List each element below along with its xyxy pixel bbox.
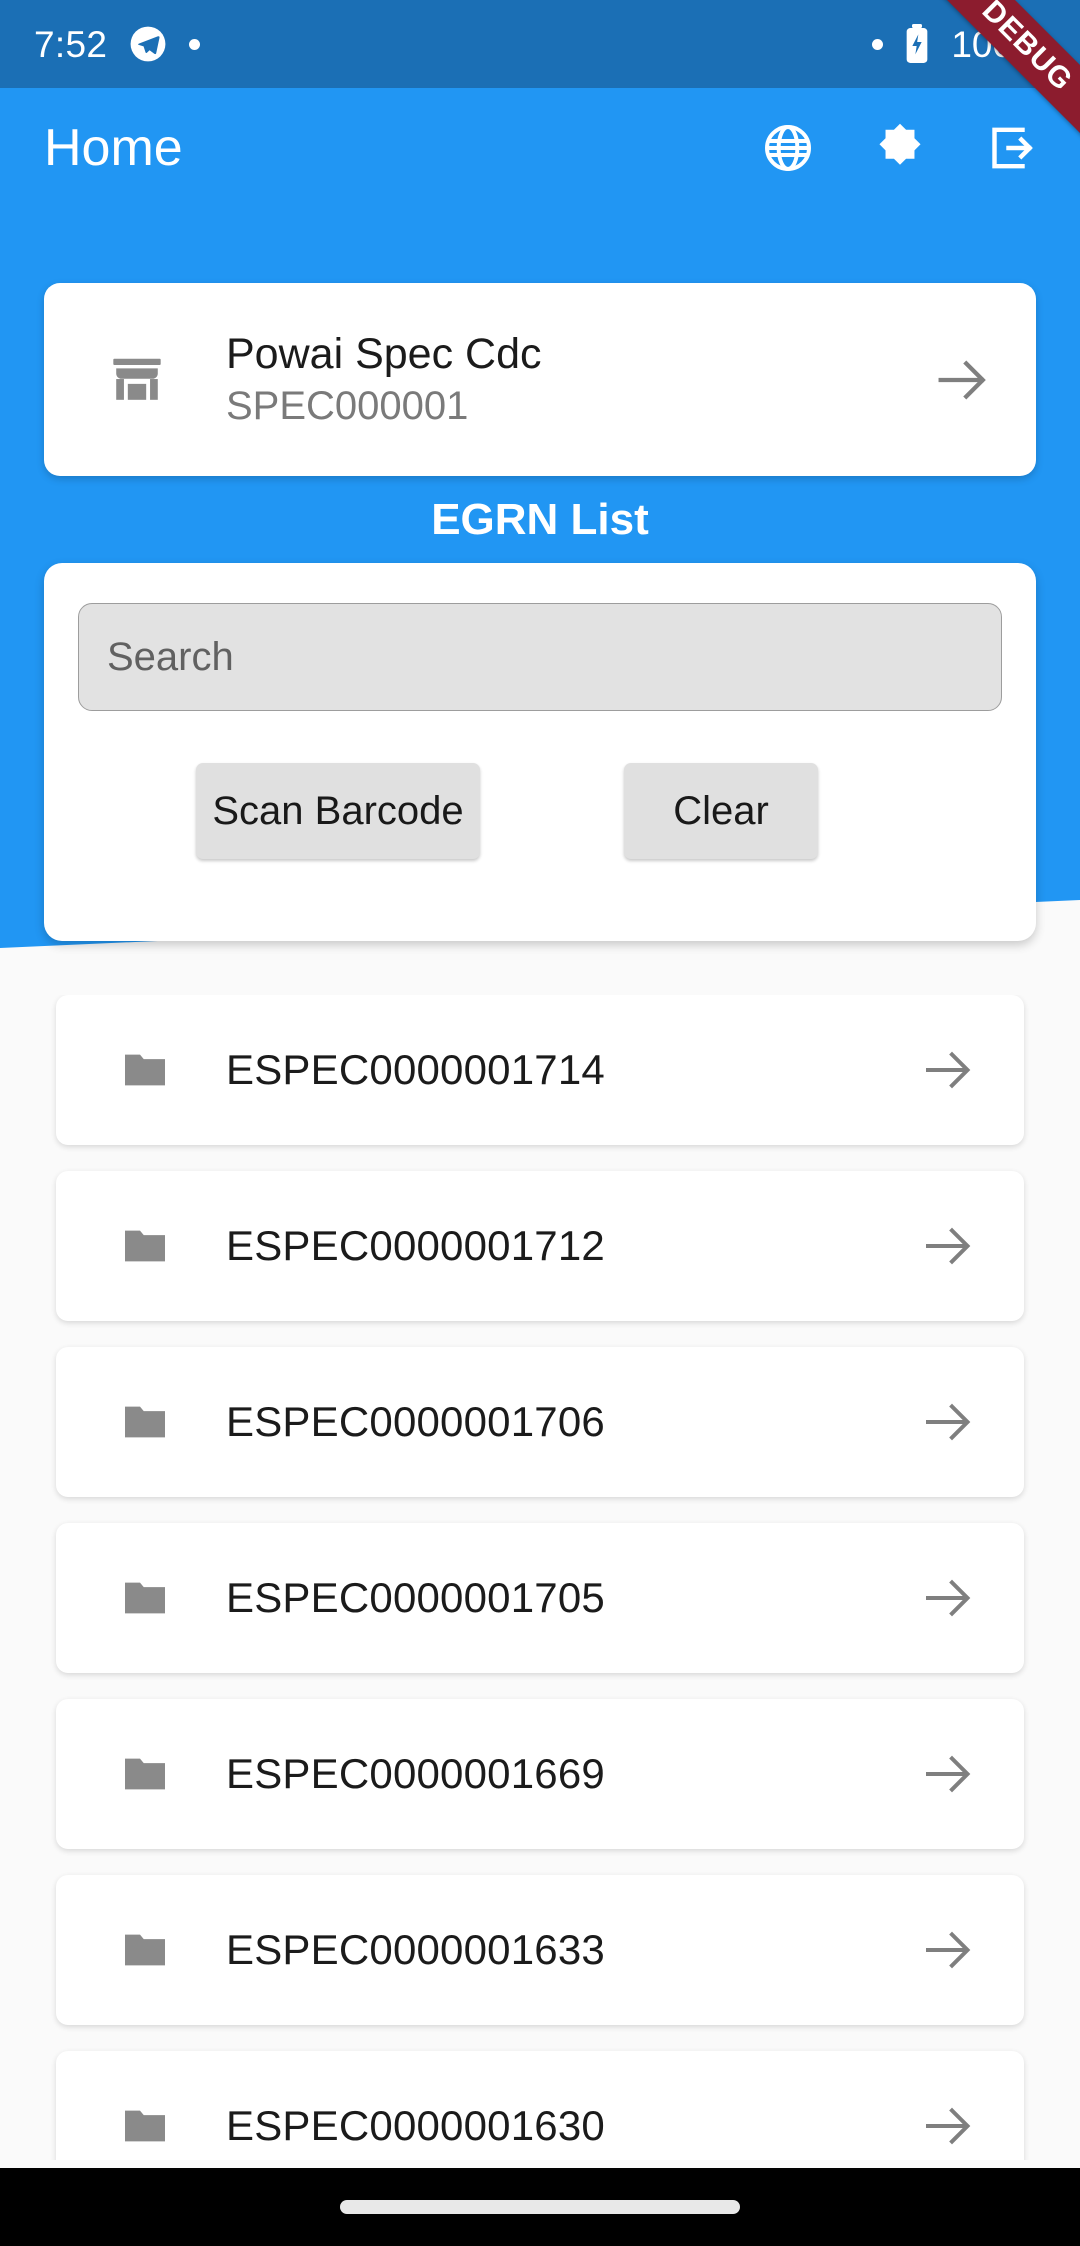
brightness-icon	[872, 120, 928, 176]
list-item-label: ESPEC0000001714	[226, 1046, 605, 1093]
language-button[interactable]	[760, 120, 816, 176]
status-bar-left: 7:52	[34, 23, 201, 65]
search-input[interactable]	[78, 603, 1002, 711]
search-actions-row: Scan Barcode Clear	[78, 763, 1002, 859]
logout-button[interactable]	[984, 120, 1040, 176]
system-navigation-bar	[0, 2168, 1080, 2246]
store-card[interactable]: Powai Spec Cdc SPEC000001	[44, 283, 1036, 476]
status-bar: 7:52 100%	[0, 0, 1080, 88]
list-item-label: ESPEC0000001669	[226, 1750, 605, 1797]
store-icon	[106, 351, 168, 409]
folder-icon	[116, 1221, 174, 1271]
status-bar-clock: 7:52	[34, 23, 108, 65]
gesture-pill[interactable]	[340, 2200, 740, 2214]
list-item[interactable]: ESPEC0000001712	[56, 1171, 1024, 1321]
arrow-right-icon	[918, 2096, 978, 2156]
dark-mode-toggle-button[interactable]	[872, 120, 928, 176]
store-text-block: Powai Spec Cdc SPEC000001	[226, 329, 542, 429]
arrow-right-icon	[918, 1568, 978, 1628]
arrow-right-icon	[918, 1744, 978, 1804]
logout-icon	[984, 120, 1040, 176]
battery-charging-icon	[905, 24, 929, 64]
list-item-label: ESPEC0000001705	[226, 1574, 605, 1621]
list-item-label: ESPEC0000001633	[226, 1926, 605, 1973]
clear-button[interactable]: Clear	[624, 763, 818, 859]
list-item[interactable]: ESPEC0000001669	[56, 1699, 1024, 1849]
app-bar-actions	[760, 120, 1040, 176]
arrow-right-icon	[918, 1040, 978, 1100]
telegram-icon	[129, 25, 167, 63]
search-panel: Scan Barcode Clear	[44, 563, 1036, 941]
list-item-label: ESPEC0000001630	[226, 2102, 605, 2149]
app-screen: 7:52 100% DEBUG Home	[0, 0, 1080, 2246]
list-item[interactable]: ESPEC0000001706	[56, 1347, 1024, 1497]
folder-icon	[116, 1573, 174, 1623]
app-bar: Home	[0, 88, 1080, 208]
arrow-right-icon	[930, 348, 994, 412]
list-item-label: ESPEC0000001706	[226, 1398, 605, 1445]
folder-icon	[116, 2101, 174, 2151]
scan-barcode-button[interactable]: Scan Barcode	[196, 763, 480, 859]
folder-icon	[116, 1749, 174, 1799]
list-item[interactable]: ESPEC0000001630	[56, 2051, 1024, 2160]
notification-dot-icon	[189, 38, 201, 50]
arrow-right-icon	[918, 1216, 978, 1276]
page-title: Home	[44, 119, 183, 177]
folder-icon	[116, 1397, 174, 1447]
list-item-label: ESPEC0000001712	[226, 1222, 605, 1269]
folder-icon	[116, 1045, 174, 1095]
arrow-right-icon	[918, 1920, 978, 1980]
list-item[interactable]: ESPEC0000001633	[56, 1875, 1024, 2025]
store-code: SPEC000001	[226, 384, 469, 429]
egrn-list[interactable]: ESPEC0000001714 ESPEC0000001712 ESPEC00000…	[0, 995, 1080, 2160]
list-item[interactable]: ESPEC0000001705	[56, 1523, 1024, 1673]
section-title: EGRN List	[431, 495, 649, 544]
list-item[interactable]: ESPEC0000001714	[56, 995, 1024, 1145]
globe-icon	[760, 120, 816, 176]
folder-icon	[116, 1925, 174, 1975]
arrow-right-icon	[918, 1392, 978, 1452]
status-dot-icon	[872, 38, 884, 50]
store-name: Powai Spec Cdc	[226, 329, 542, 378]
